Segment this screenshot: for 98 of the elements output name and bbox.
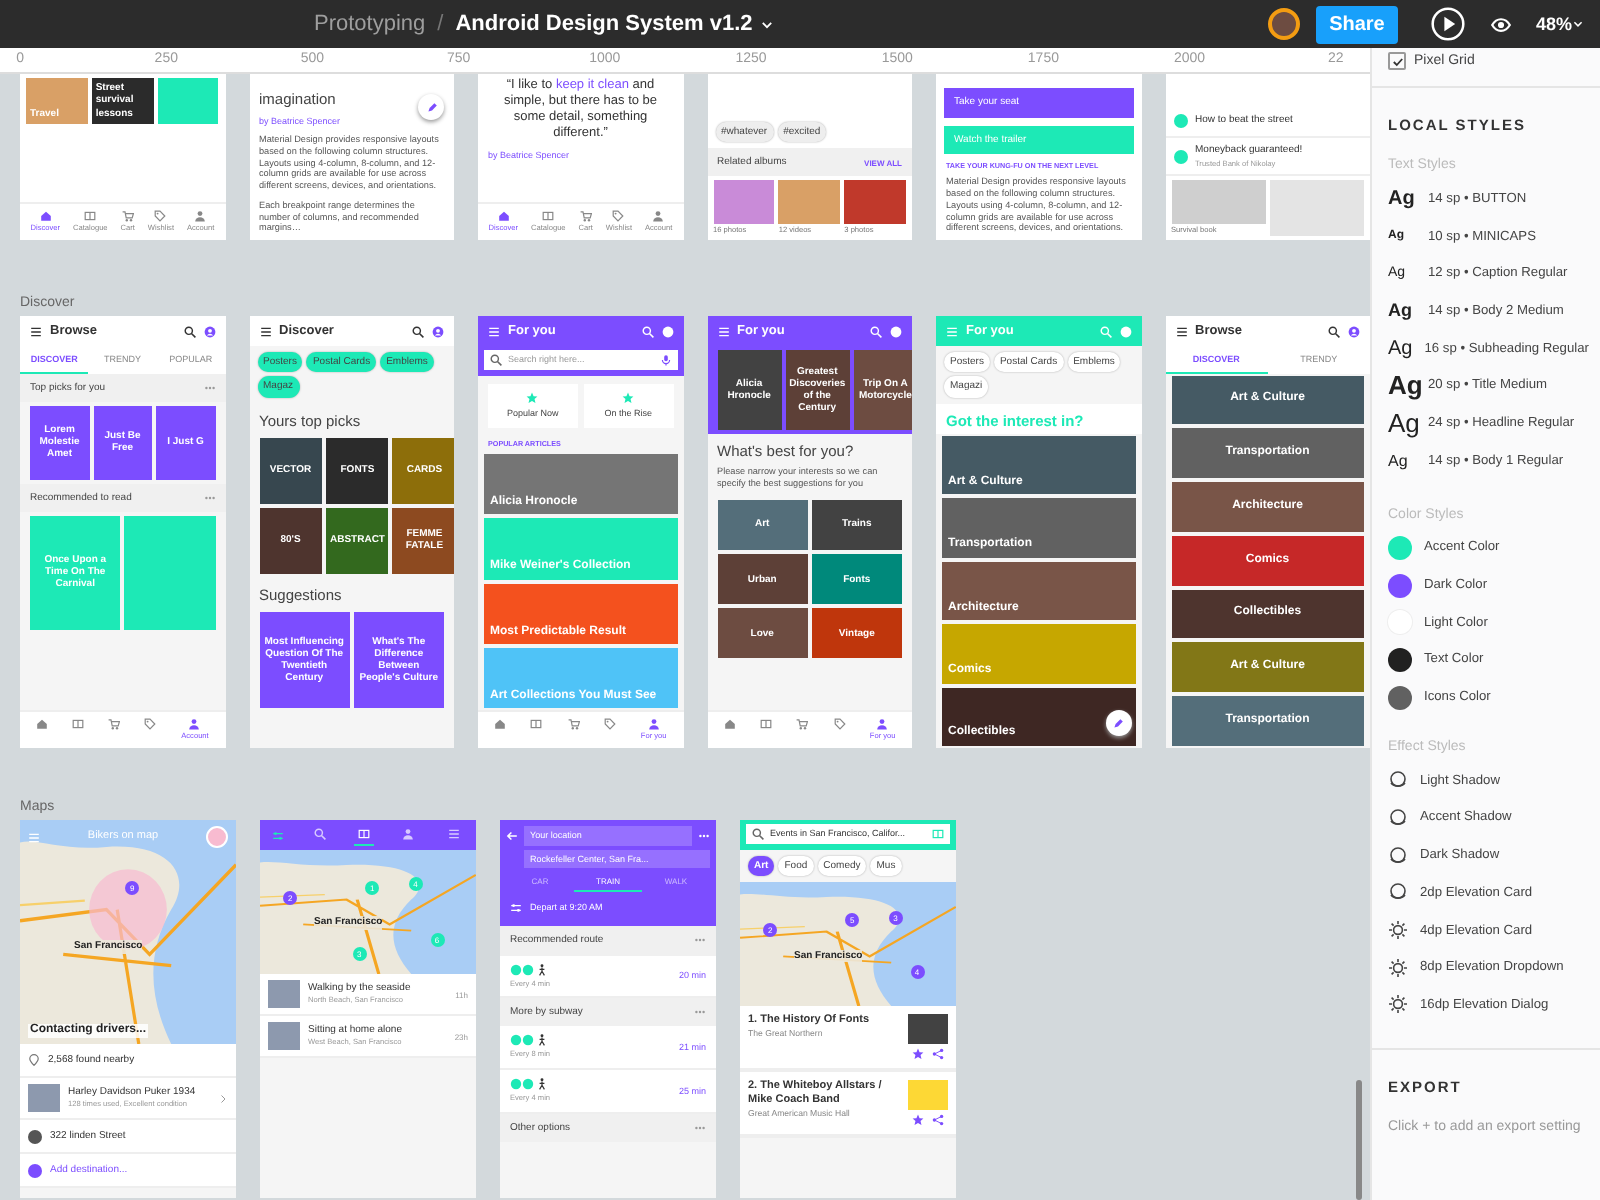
chevron-right-icon[interactable] bbox=[218, 1093, 228, 1103]
person-icon[interactable] bbox=[188, 718, 201, 731]
book-icon[interactable] bbox=[72, 718, 85, 731]
book-icon[interactable] bbox=[759, 718, 772, 731]
more-icon[interactable] bbox=[694, 934, 706, 947]
text-style-sample: Ag bbox=[1388, 370, 1416, 401]
scrollbar[interactable] bbox=[1356, 1080, 1362, 1200]
more-icon[interactable] bbox=[694, 1122, 706, 1135]
text-style-sample: Ag bbox=[1388, 337, 1413, 360]
text-style-sample: Ag bbox=[1388, 451, 1410, 470]
file-title[interactable]: Android Design System v1.2 bbox=[455, 12, 753, 36]
person-icon[interactable] bbox=[194, 210, 207, 223]
shadow-icon bbox=[1388, 845, 1408, 866]
frame-mockup[interactable] bbox=[707, 316, 912, 748]
person-icon[interactable] bbox=[652, 210, 665, 223]
cart-icon[interactable] bbox=[108, 718, 121, 731]
frame-mockup[interactable] bbox=[249, 316, 454, 748]
star-icon bbox=[912, 1114, 924, 1127]
star-icon bbox=[526, 392, 539, 404]
shadow-icon bbox=[1388, 882, 1408, 903]
person-icon[interactable] bbox=[647, 718, 660, 731]
walking-person-icon bbox=[536, 963, 548, 975]
account-icon[interactable] bbox=[432, 325, 444, 337]
search-icon[interactable] bbox=[412, 325, 424, 337]
star-icon bbox=[622, 392, 635, 404]
tag-icon[interactable] bbox=[154, 210, 167, 223]
home-icon[interactable] bbox=[36, 718, 49, 731]
sun-icon bbox=[1388, 957, 1408, 978]
avatar[interactable] bbox=[1267, 8, 1300, 40]
checkbox[interactable] bbox=[1388, 52, 1406, 70]
transit-line-icons bbox=[510, 1078, 534, 1091]
breadcrumb-separator: / bbox=[437, 12, 444, 36]
tag-icon[interactable] bbox=[612, 210, 625, 223]
dot-icon bbox=[28, 1129, 42, 1143]
account-icon[interactable] bbox=[661, 325, 673, 337]
cart-icon[interactable] bbox=[796, 718, 809, 731]
check-icon bbox=[1391, 55, 1403, 67]
home-icon[interactable] bbox=[497, 210, 510, 223]
home-icon[interactable] bbox=[723, 718, 736, 731]
photo-placeholder bbox=[28, 1084, 60, 1112]
tag-icon[interactable] bbox=[144, 718, 157, 731]
back-arrow-icon[interactable] bbox=[506, 829, 518, 842]
share-icon[interactable] bbox=[932, 1048, 944, 1061]
person-icon[interactable] bbox=[876, 718, 889, 731]
play-icon[interactable] bbox=[1429, 6, 1466, 42]
zoom-level[interactable]: 48% bbox=[1535, 14, 1572, 34]
more-icon[interactable] bbox=[203, 381, 215, 394]
location-pin-icon bbox=[28, 1054, 40, 1066]
search-icon[interactable] bbox=[490, 354, 502, 366]
cart-icon[interactable] bbox=[579, 210, 592, 223]
walking-person-icon bbox=[536, 1078, 548, 1091]
search-icon[interactable] bbox=[183, 325, 195, 337]
photo-placeholder bbox=[268, 980, 300, 1008]
search-icon[interactable] bbox=[1328, 325, 1340, 337]
eye-icon[interactable] bbox=[1489, 13, 1512, 35]
book-icon[interactable] bbox=[542, 210, 555, 223]
dot-icon bbox=[28, 1163, 42, 1177]
sun-icon bbox=[1388, 920, 1408, 941]
sun-icon bbox=[1388, 994, 1408, 1015]
cart-icon[interactable] bbox=[121, 210, 134, 223]
caret-icon[interactable] bbox=[1572, 18, 1584, 30]
search-icon[interactable] bbox=[752, 828, 764, 840]
text-style-sample: Ag bbox=[1388, 407, 1416, 438]
shadow-icon bbox=[1388, 807, 1408, 828]
tag-icon[interactable] bbox=[833, 718, 846, 731]
book-icon[interactable] bbox=[84, 210, 97, 223]
book-icon[interactable] bbox=[530, 718, 543, 731]
menu-icon[interactable] bbox=[1175, 325, 1187, 337]
more-icon[interactable] bbox=[203, 491, 215, 504]
home-icon[interactable] bbox=[494, 718, 507, 731]
pencil-icon bbox=[1112, 717, 1124, 729]
account-icon[interactable] bbox=[203, 325, 215, 337]
dot-icon bbox=[1173, 113, 1187, 128]
more-icon[interactable] bbox=[698, 829, 710, 842]
pencil-icon bbox=[425, 101, 437, 113]
cart-icon[interactable] bbox=[567, 718, 580, 731]
text-style-sample: Ag bbox=[1388, 187, 1416, 210]
text-style-sample: Ag bbox=[1388, 300, 1414, 321]
more-icon[interactable] bbox=[694, 1006, 706, 1019]
walking-person-icon bbox=[536, 1034, 548, 1047]
home-icon[interactable] bbox=[39, 210, 52, 223]
person-icon[interactable] bbox=[402, 828, 415, 840]
menu-icon[interactable] bbox=[259, 325, 271, 337]
transit-line-icons bbox=[510, 1034, 534, 1047]
sliders-icon[interactable] bbox=[272, 829, 285, 841]
account-icon[interactable] bbox=[890, 325, 902, 337]
shadow-icon bbox=[1388, 770, 1408, 791]
microphone-icon[interactable] bbox=[659, 354, 671, 366]
account-icon[interactable] bbox=[1348, 325, 1360, 337]
transit-line-icons bbox=[510, 963, 534, 975]
dot-icon bbox=[1173, 149, 1187, 164]
tag-icon[interactable] bbox=[604, 718, 617, 731]
project-name[interactable]: Prototyping bbox=[314, 12, 426, 36]
menu-icon[interactable] bbox=[30, 325, 42, 337]
caret-icon[interactable] bbox=[760, 17, 775, 31]
star-icon bbox=[912, 1048, 924, 1061]
share-icon[interactable] bbox=[932, 1114, 944, 1127]
photo-placeholder bbox=[268, 1022, 300, 1050]
